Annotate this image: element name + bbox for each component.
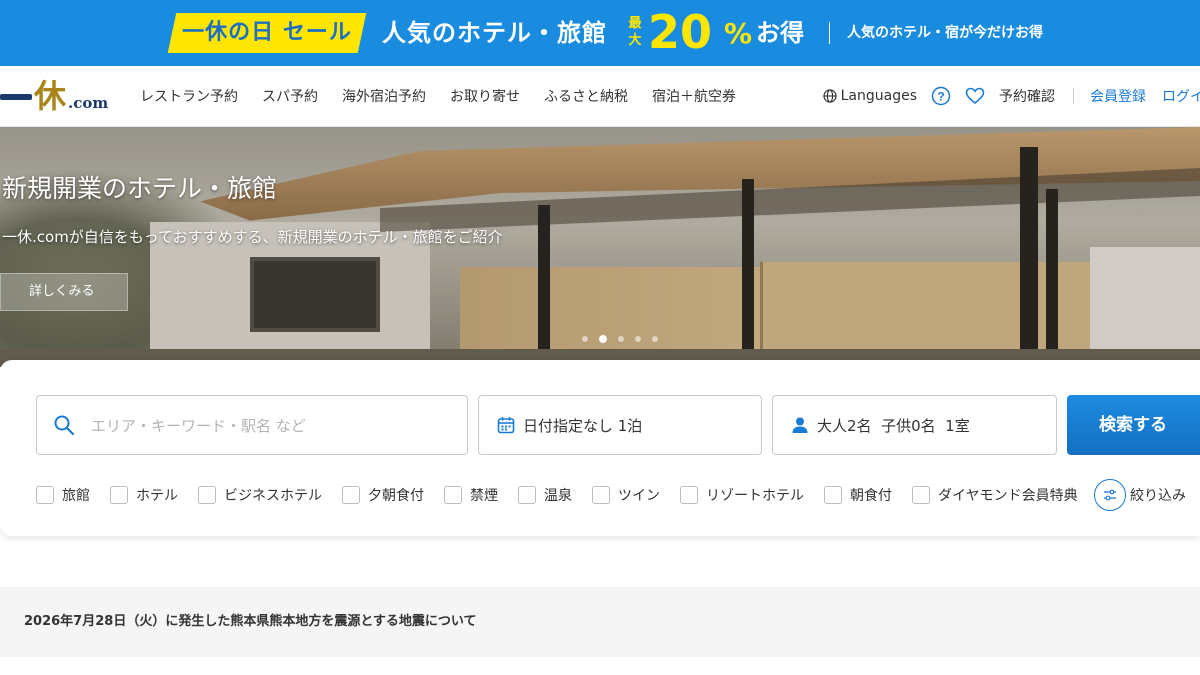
narrow-down-label: 絞り込み (1130, 488, 1186, 504)
filter-checkbox[interactable] (444, 486, 462, 504)
carousel-dot[interactable] (652, 336, 658, 342)
filter-label: 朝食付 (850, 488, 892, 504)
promo-tag-label: 一休の日 セール (182, 20, 352, 45)
promo-headline: 人気のホテル・旅館 (382, 19, 607, 47)
promo-divider (829, 22, 830, 44)
filter-breakfast[interactable]: 朝食付 (824, 485, 892, 505)
carousel-dot[interactable] (582, 336, 588, 342)
filter-checkbox[interactable] (824, 486, 842, 504)
earthquake-notice-link[interactable]: 2026年7月28日（火）に発生した熊本県熊本地方を震源とする地震について (24, 611, 477, 633)
filter-twin[interactable]: ツイン (592, 485, 660, 505)
nav-item-restaurant[interactable]: レストラン予約 (140, 86, 238, 106)
filter-onsen[interactable]: 温泉 (518, 485, 572, 505)
promo-discount-number: 20 (648, 5, 713, 59)
nav-item-gourmet-order[interactable]: お取り寄せ (450, 86, 520, 106)
hero-title: 新規開業のホテル・旅館 (2, 174, 278, 203)
calendar-icon (497, 417, 515, 434)
filter-checkbox[interactable] (912, 486, 930, 504)
promo-discount-suffix: お得 (756, 19, 804, 47)
filter-checkbox[interactable] (110, 486, 128, 504)
hero-carousel[interactable]: 新規開業のホテル・旅館 一休.comが自信をもっておすすめする、新規開業のホテル… (0, 127, 1200, 367)
filter-checkbox[interactable] (198, 486, 216, 504)
guests-value: 大人2名 子供0名 1室 (817, 416, 970, 435)
nav-item-furusato[interactable]: ふるさと納税 (544, 86, 628, 106)
filter-non-smoking[interactable]: 禁煙 (444, 485, 498, 505)
logo-dash-mark (0, 94, 32, 100)
nav-item-spa[interactable]: スパ予約 (262, 86, 318, 106)
languages-menu[interactable]: Languages (823, 88, 917, 104)
search-button[interactable]: 検索する (1067, 395, 1200, 455)
keyword-placeholder: エリア・キーワード・駅名 など (91, 416, 306, 435)
svg-text:?: ? (937, 90, 944, 104)
header-utility: Languages ? 予約確認 会員登録 ログイン (823, 66, 1200, 126)
person-icon (792, 417, 808, 433)
reservation-check-link[interactable]: 予約確認 (999, 86, 1055, 106)
promo-discount-symbol: % (724, 17, 753, 50)
help-icon: ? (931, 86, 951, 106)
filter-hotel[interactable]: ホテル (110, 485, 178, 505)
filter-resort-hotel[interactable]: リゾートホテル (680, 485, 804, 505)
filter-label: 旅館 (62, 488, 90, 504)
date-picker-field[interactable]: 日付指定なし 1泊 (478, 395, 762, 455)
carousel-dot[interactable] (635, 336, 641, 342)
logo-suffix: .com (68, 94, 109, 112)
filter-label: 温泉 (544, 488, 572, 504)
login-link[interactable]: ログイン (1162, 86, 1200, 106)
filter-checkbox[interactable] (518, 486, 536, 504)
main-nav: レストラン予約 スパ予約 海外宿泊予約 お取り寄せ ふるさと納税 宿泊＋航空券 (140, 66, 760, 126)
filter-options: 旅館 ホテル ビジネスホテル 夕朝食付 禁煙 温泉 ツイン リゾートホテル 朝食… (36, 484, 1098, 506)
narrow-down-button[interactable]: 絞り込み (1094, 479, 1186, 511)
filter-ryokan[interactable]: 旅館 (36, 485, 90, 505)
date-value: 日付指定なし 1泊 (523, 416, 643, 435)
nav-item-overseas[interactable]: 海外宿泊予約 (342, 86, 426, 106)
filter-sliders-icon (1094, 479, 1126, 511)
filter-checkbox[interactable] (36, 486, 54, 504)
guests-field[interactable]: 大人2名 子供0名 1室 (772, 395, 1057, 455)
carousel-dot[interactable] (618, 336, 624, 342)
header-divider (1073, 88, 1074, 104)
carousel-dot-active[interactable] (599, 335, 607, 343)
languages-label: Languages (840, 88, 917, 104)
promo-max-label: 最大 (628, 16, 642, 48)
notice-bar: 2026年7月28日（火）に発生した熊本県熊本地方を震源とする地震について (0, 587, 1200, 657)
filter-label: リゾートホテル (706, 488, 804, 504)
filter-dinner-breakfast[interactable]: 夕朝食付 (342, 485, 424, 505)
carousel-dots (582, 335, 669, 343)
member-register-link[interactable]: 会員登録 (1090, 86, 1146, 106)
promo-subtext: 人気のホテル・宿が今だけお得 (847, 25, 1043, 41)
search-icon (54, 415, 75, 436)
filter-label: ツイン (618, 488, 660, 504)
favorites-button[interactable] (965, 87, 985, 105)
nav-item-hotel-flight[interactable]: 宿泊＋航空券 (652, 86, 736, 106)
filter-label: 禁煙 (470, 488, 498, 504)
filter-checkbox[interactable] (592, 486, 610, 504)
globe-icon (823, 89, 837, 103)
filter-checkbox[interactable] (342, 486, 360, 504)
filter-diamond-member[interactable]: ダイヤモンド会員特典 (912, 485, 1078, 505)
site-logo[interactable]: 休 .com (0, 76, 116, 116)
promo-banner[interactable]: 一休の日 セール 人気のホテル・旅館 最大 20 % お得 人気のホテル・宿が今… (0, 0, 1200, 66)
heart-icon (965, 87, 985, 105)
filter-business-hotel[interactable]: ビジネスホテル (198, 485, 322, 505)
help-button[interactable]: ? (931, 86, 951, 106)
filter-label: ダイヤモンド会員特典 (938, 488, 1078, 504)
hero-details-button[interactable]: 詳しくみる (0, 273, 128, 311)
filter-label: 夕朝食付 (368, 488, 424, 504)
filter-label: ビジネスホテル (224, 488, 322, 504)
keyword-search-input[interactable]: エリア・キーワード・駅名 など (36, 395, 468, 455)
hero-description: 一休.comが自信をもっておすすめする、新規開業のホテル・旅館をご紹介 (2, 228, 503, 246)
search-panel: エリア・キーワード・駅名 など 日付指定なし 1泊 大人2名 子供0名 1室 検… (0, 360, 1200, 536)
logo-kanji: 休 (34, 77, 67, 115)
filter-checkbox[interactable] (680, 486, 698, 504)
site-header: 休 .com レストラン予約 スパ予約 海外宿泊予約 お取り寄せ ふるさと納税 … (0, 66, 1200, 127)
filter-label: ホテル (136, 488, 178, 504)
